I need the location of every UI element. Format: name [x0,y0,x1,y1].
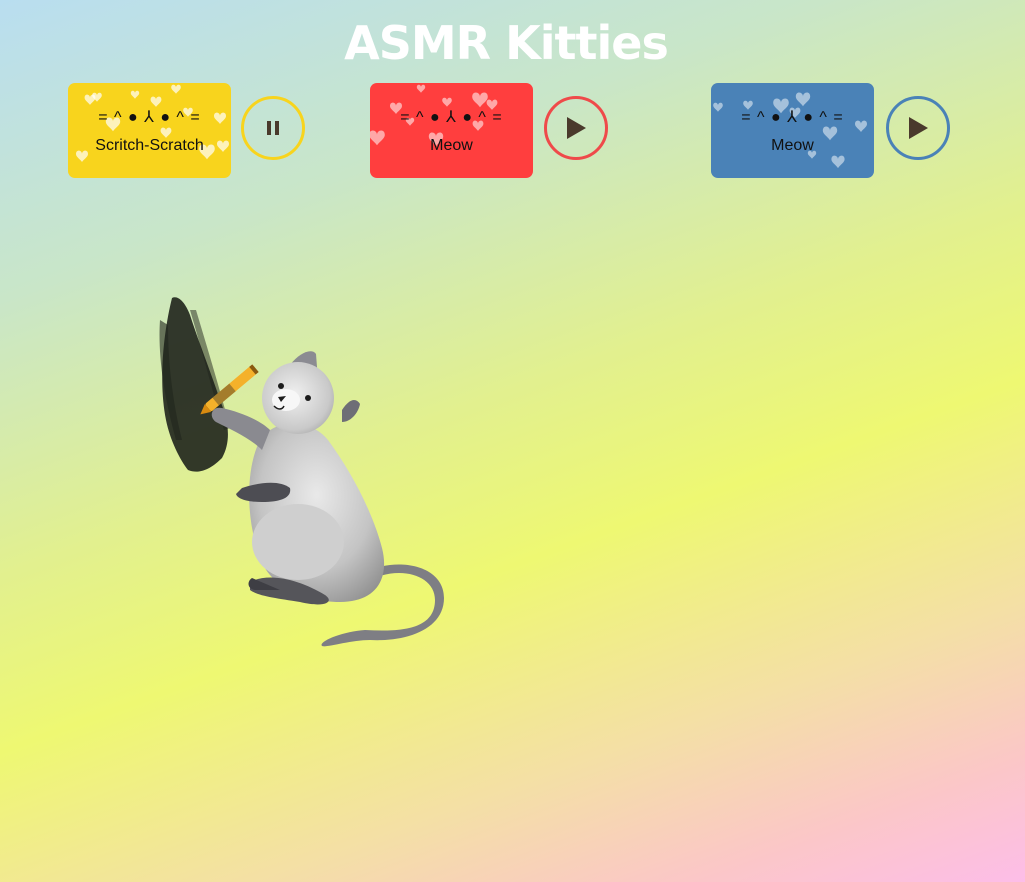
sound-label: Scritch-Scratch [95,137,204,154]
sound-card-scritch-scratch[interactable]: = ^ ● ⅄ ● ^ = Scritch-Scratch [68,83,231,178]
hearts-overlay-icon [76,84,229,162]
hearts-overlay-icon [370,84,498,147]
cat-face-emoticon: = ^ ● ⅄ ● ^ = [741,109,844,126]
scribble-mark [159,297,230,472]
cat-face-emoticon: = ^ ● ⅄ ● ^ = [98,109,201,126]
cat-face-emoticon: = ^ ● ⅄ ● ^ = [400,109,503,126]
play-button[interactable] [886,96,950,160]
sound-label: Meow [771,137,814,154]
hearts-overlay-icon [713,92,867,169]
cat-drawing-illustration [150,290,450,650]
play-icon [909,117,928,139]
play-button[interactable] [544,96,608,160]
sound-card-meow-blue[interactable]: = ^ ● ⅄ ● ^ = Meow [711,83,874,178]
play-icon [567,117,586,139]
pause-icon [267,121,279,135]
sound-card-meow-red[interactable]: = ^ ● ⅄ ● ^ = Meow [370,83,533,178]
cat-head [262,351,360,434]
page-title: ASMR Kitties [344,16,669,70]
pause-button[interactable] [241,96,305,160]
sound-label: Meow [430,137,473,154]
